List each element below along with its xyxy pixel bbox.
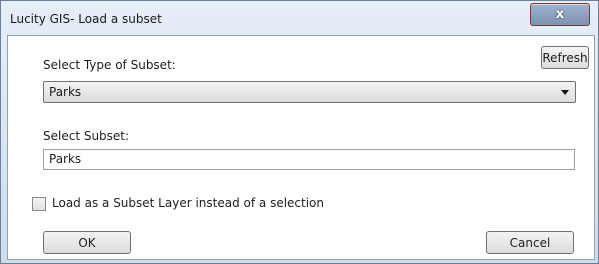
close-icon: x xyxy=(555,7,565,22)
subset-type-label: Select Type of Subset: xyxy=(43,58,176,72)
refresh-button[interactable]: Refresh xyxy=(541,46,589,69)
subset-type-selected: Parks xyxy=(49,85,82,99)
subset-input-value: Parks xyxy=(49,152,82,166)
subset-layer-checkbox-label[interactable]: Load as a Subset Layer instead of a sele… xyxy=(52,196,324,210)
window-title: Lucity GIS- Load a subset xyxy=(10,12,162,26)
dialog-window: Lucity GIS- Load a subset x Select Type … xyxy=(0,0,599,264)
cancel-button[interactable]: Cancel xyxy=(486,231,574,254)
chevron-down-icon xyxy=(561,90,569,95)
close-button[interactable]: x xyxy=(530,3,590,26)
dialog-content: Select Type of Subset: Refresh Parks Sel… xyxy=(7,35,595,260)
subset-layer-checkbox[interactable] xyxy=(32,197,46,211)
subset-input[interactable]: Parks xyxy=(43,149,575,170)
title-bar: Lucity GIS- Load a subset x xyxy=(1,1,598,35)
subset-label: Select Subset: xyxy=(43,129,130,143)
subset-type-dropdown[interactable]: Parks xyxy=(43,81,576,103)
ok-button[interactable]: OK xyxy=(43,231,131,254)
